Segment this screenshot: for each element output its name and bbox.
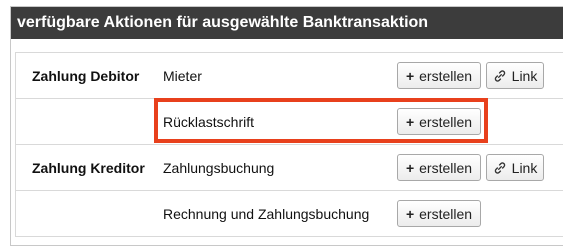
- actions-table: Zahlung Debitor Mieter + erstellen Link …: [15, 52, 563, 237]
- group-label-zahlung-kreditor: Zahlung Kreditor: [32, 160, 145, 176]
- plus-icon: +: [405, 205, 415, 222]
- button-label: erstellen: [419, 113, 473, 130]
- table-row: Zahlung Kreditor Zahlungsbuchung + erste…: [15, 145, 563, 191]
- group-label-zahlung-debitor: Zahlung Debitor: [32, 68, 140, 84]
- action-label-ruecklastschrift: Rücklastschrift: [163, 114, 255, 130]
- table-row: Zahlung Debitor Mieter + erstellen Link: [15, 53, 563, 99]
- plus-icon: +: [405, 113, 415, 130]
- button-label: erstellen: [419, 67, 473, 84]
- link-icon: [494, 69, 505, 82]
- create-rechnung-zahlungsbuchung-button[interactable]: + erstellen: [397, 200, 481, 227]
- button-label: erstellen: [419, 159, 473, 176]
- button-label: erstellen: [419, 205, 473, 222]
- link-icon: [494, 161, 505, 174]
- table-row: Rechnung und Zahlungsbuchung + erstellen: [15, 191, 563, 237]
- action-label-zahlungsbuchung: Zahlungsbuchung: [163, 160, 275, 176]
- link-zahlungsbuchung-button[interactable]: Link: [486, 154, 544, 181]
- action-label-rechnung-und-zahlungsbuchung: Rechnung und Zahlungsbuchung: [163, 206, 370, 222]
- create-zahlungsbuchung-button[interactable]: + erstellen: [397, 154, 481, 181]
- create-ruecklastschrift-button[interactable]: + erstellen: [397, 108, 481, 135]
- link-mieter-button[interactable]: Link: [486, 62, 544, 89]
- action-label-mieter: Mieter: [163, 68, 202, 84]
- plus-icon: +: [405, 159, 415, 176]
- button-label: Link: [511, 67, 538, 84]
- button-label: Link: [511, 159, 538, 176]
- plus-icon: +: [405, 67, 415, 84]
- table-row: Rücklastschrift + erstellen: [15, 99, 563, 145]
- panel-title: verfügbare Aktionen für ausgewählte Bank…: [11, 7, 563, 39]
- create-mieter-button[interactable]: + erstellen: [397, 62, 481, 89]
